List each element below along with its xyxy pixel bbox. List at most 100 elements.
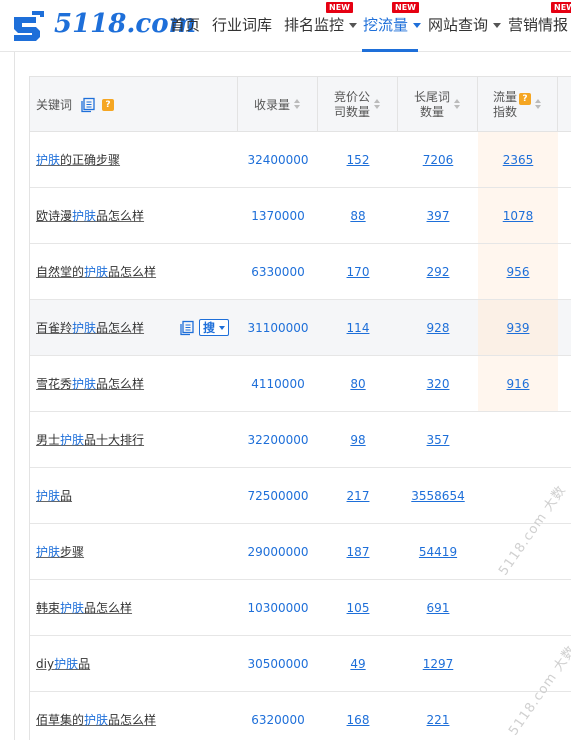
col-header-competitors[interactable]: 竞价公 司数量 xyxy=(318,77,398,132)
competitors-link[interactable]: 88 xyxy=(318,188,398,243)
chevron-down-icon xyxy=(413,23,422,28)
longtail-link[interactable]: 7206 xyxy=(398,132,478,187)
col-header-flow-index[interactable]: 流量 指数 ? xyxy=(478,77,558,132)
longtail-link[interactable]: 292 xyxy=(398,244,478,299)
keyword-link[interactable]: 百雀羚护肤品怎么样 xyxy=(36,319,144,336)
new-badge: NEW xyxy=(326,2,353,13)
copy-list-icon[interactable] xyxy=(80,97,96,113)
flow-index-link[interactable]: 939 xyxy=(478,300,558,355)
longtail-link[interactable]: 54419 xyxy=(398,524,478,579)
flow-index-link[interactable]: 956 xyxy=(478,244,558,299)
nav-item-label: 排名监控 xyxy=(284,16,345,34)
flow-index-link[interactable]: 2365 xyxy=(478,132,558,187)
nav-item-label: 行业词库 xyxy=(212,16,273,34)
competitors-link[interactable]: 114 xyxy=(318,300,398,355)
index-count-cell: 30500000 xyxy=(247,656,309,671)
keyword-cell: 韩束护肤品怎么样 xyxy=(36,580,236,635)
competitors-link[interactable]: 187 xyxy=(318,524,398,579)
nav-item-site-query[interactable]: 网站查询 xyxy=(428,14,502,35)
table-row[interactable]: 佰草集的护肤品怎么样 6320000 168 221 xyxy=(30,692,571,740)
copy-keyword-icon[interactable] xyxy=(179,320,195,336)
keyword-highlight: 护肤 xyxy=(72,377,97,391)
sort-icon xyxy=(374,99,381,110)
keyword-link[interactable]: 护肤步骤 xyxy=(36,543,84,560)
competitors-link[interactable]: 49 xyxy=(318,636,398,691)
flow-index-link[interactable]: 916 xyxy=(478,356,558,411)
table-row[interactable]: 欧诗漫护肤品怎么样 1370000 88 397 1078 xyxy=(30,188,571,244)
index-count-cell: 72500000 xyxy=(247,488,309,503)
keyword-cell: 欧诗漫护肤品怎么样 xyxy=(36,188,236,243)
col-header-label: 收录量 xyxy=(253,98,290,112)
col-header-label: 竞价公 司数量 xyxy=(334,90,370,120)
keyword-link[interactable]: 护肤的正确步骤 xyxy=(36,151,120,168)
col-header-index-count[interactable]: 收录量 xyxy=(238,77,318,132)
competitors-link[interactable]: 217 xyxy=(318,468,398,523)
table-row[interactable]: 韩束护肤品怎么样 10300000 105 691 xyxy=(30,580,571,636)
competitors-link[interactable]: 152 xyxy=(318,132,398,187)
nav-item-label: 挖流量 xyxy=(363,16,409,34)
table-header: 关键词 ? 收录量 竞价公 司数量 长尾词 数量 流量 指数 ? xyxy=(30,76,571,132)
longtail-link[interactable]: 691 xyxy=(398,580,478,635)
competitors-link[interactable]: 168 xyxy=(318,692,398,740)
keyword-link[interactable]: 雪花秀护肤品怎么样 xyxy=(36,375,144,392)
row-tools: 搜 xyxy=(179,319,230,336)
keyword-suffix: 步骤 xyxy=(60,545,85,559)
nav-item-marketing-intel[interactable]: 营销情报 xyxy=(508,14,568,35)
longtail-link[interactable]: 3558654 xyxy=(398,468,478,523)
search-button-label: 搜 xyxy=(203,321,216,335)
help-icon[interactable]: ? xyxy=(519,92,531,105)
nav-item-label: 营销情报 xyxy=(508,16,569,34)
keyword-cell: 护肤品 xyxy=(36,468,236,523)
longtail-link[interactable]: 1297 xyxy=(398,636,478,691)
logo[interactable]: 5118.com xyxy=(10,6,196,42)
keyword-suffix: 品怎么样 xyxy=(108,265,157,279)
search-engine-dropdown[interactable]: 搜 xyxy=(199,319,230,336)
index-count-cell: 32400000 xyxy=(247,152,309,167)
keyword-link[interactable]: 护肤品 xyxy=(36,487,72,504)
index-count-cell: 6330000 xyxy=(251,264,305,279)
keyword-highlight: 护肤 xyxy=(84,265,109,279)
table-row[interactable]: 男士护肤品十大排行 32200000 98 357 xyxy=(30,412,571,468)
help-icon[interactable]: ? xyxy=(102,98,115,111)
keyword-link[interactable]: 欧诗漫护肤品怎么样 xyxy=(36,207,144,224)
competitors-link[interactable]: 105 xyxy=(318,580,398,635)
col-header-longtail[interactable]: 长尾词 数量 xyxy=(398,77,478,132)
longtail-link[interactable]: 320 xyxy=(398,356,478,411)
keyword-link[interactable]: 佰草集的护肤品怎么样 xyxy=(36,711,156,728)
keyword-prefix: 韩束 xyxy=(36,601,61,615)
flow-index-link[interactable]: 1078 xyxy=(478,188,558,243)
keyword-link[interactable]: diy护肤品 xyxy=(36,655,90,672)
nav-item-industry-lexicon[interactable]: 行业词库 xyxy=(212,14,272,35)
keyword-link[interactable]: 自然堂的护肤品怎么样 xyxy=(36,263,156,280)
table-row[interactable]: 护肤的正确步骤 32400000 152 7206 2365 xyxy=(30,132,571,188)
keyword-cell: 雪花秀护肤品怎么样 xyxy=(36,356,236,411)
competitors-link[interactable]: 80 xyxy=(318,356,398,411)
col-header-label: 长尾词 数量 xyxy=(414,90,450,120)
keyword-suffix: 品怎么样 xyxy=(108,713,157,727)
keyword-highlight: 护肤 xyxy=(54,657,79,671)
nav-item-home[interactable]: 首页 xyxy=(170,14,200,35)
longtail-link[interactable]: 928 xyxy=(398,300,478,355)
keyword-table: 关键词 ? 收录量 竞价公 司数量 长尾词 数量 流量 指数 ? 护肤的正确步骤 324… xyxy=(29,76,571,740)
table-row[interactable]: diy护肤品 30500000 49 1297 xyxy=(30,636,571,692)
table-row[interactable]: 百雀羚护肤品怎么样 31100000 114 928 939 搜 xyxy=(30,300,571,356)
longtail-link[interactable]: 357 xyxy=(398,412,478,467)
keyword-cell: 自然堂的护肤品怎么样 xyxy=(36,244,236,299)
nav-item-rank-monitor[interactable]: 排名监控 xyxy=(284,14,358,35)
table-row[interactable]: 护肤步骤 29000000 187 54419 xyxy=(30,524,571,580)
competitors-link[interactable]: 98 xyxy=(318,412,398,467)
competitors-link[interactable]: 170 xyxy=(318,244,398,299)
keyword-suffix: 品怎么样 xyxy=(96,209,145,223)
longtail-link[interactable]: 397 xyxy=(398,188,478,243)
keyword-link[interactable]: 男士护肤品十大排行 xyxy=(36,431,144,448)
table-row[interactable]: 雪花秀护肤品怎么样 4110000 80 320 916 xyxy=(30,356,571,412)
keyword-prefix: diy xyxy=(36,657,55,671)
top-nav: 5118.com 首页 行业词库 排名监控 NEW 挖流量 NEW 网站查询 营… xyxy=(0,0,571,52)
keyword-link[interactable]: 韩束护肤品怎么样 xyxy=(36,599,132,616)
keyword-cell: 护肤的正确步骤 xyxy=(36,132,236,187)
table-row[interactable]: 自然堂的护肤品怎么样 6330000 170 292 956 xyxy=(30,244,571,300)
nav-item-traffic-mining[interactable]: 挖流量 xyxy=(363,14,422,35)
nav-item-label: 网站查询 xyxy=(428,16,489,34)
table-row[interactable]: 护肤品 72500000 217 3558654 xyxy=(30,468,571,524)
longtail-link[interactable]: 221 xyxy=(398,692,478,740)
